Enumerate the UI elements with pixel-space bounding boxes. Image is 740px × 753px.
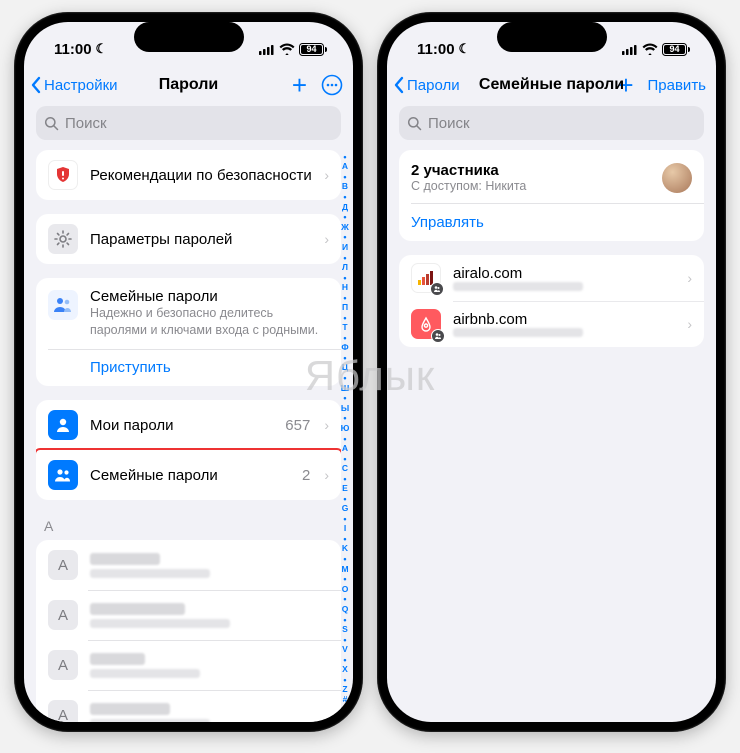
password-entry-1[interactable]: A <box>36 540 341 590</box>
avatar <box>662 163 692 193</box>
family-card-subtitle: Надежно и безопасно делитесь паролями и … <box>90 305 329 339</box>
site-initial-icon: A <box>48 600 78 630</box>
site-initial-icon: A <box>48 700 78 722</box>
family-card-title: Семейные пароли <box>90 288 329 305</box>
chevron-right-icon: › <box>324 167 329 183</box>
password-options-row[interactable]: Параметры паролей › <box>36 214 341 264</box>
password-entry-4[interactable]: A <box>36 690 341 722</box>
chevron-right-icon: › <box>687 270 692 286</box>
my-passwords-label: Мои пароли <box>90 417 273 434</box>
section-header-a: A <box>36 514 341 540</box>
search-field[interactable]: Поиск <box>399 106 704 140</box>
battery-icon: 94 <box>662 43 690 56</box>
search-placeholder: Поиск <box>428 115 470 132</box>
back-button[interactable]: Пароли <box>393 76 460 94</box>
chevron-right-icon: › <box>324 417 329 433</box>
group-icon <box>48 290 78 320</box>
section-index[interactable]: •А•В•Д•Ж•И•Л•Н•П•Т•Ф•Ц•Ш•Ы•Ю•A•C•E•G•I•K… <box>339 152 351 702</box>
site-label: airbnb.com <box>453 311 675 328</box>
family-promo-card: Семейные пароли Надежно и безопасно дели… <box>36 278 341 386</box>
password-entry-2[interactable]: A <box>36 590 341 640</box>
groups-card: Мои пароли 657 › Семейные пароли 2 › <box>36 400 341 500</box>
family-card-action[interactable]: Приступить <box>36 349 341 386</box>
more-button[interactable] <box>321 74 343 96</box>
content-right: 2 участника С доступом: Никита Управлять <box>387 150 716 373</box>
dynamic-island <box>134 22 244 52</box>
phone-frame-left: 11:00 ☾ 94 <box>14 12 363 732</box>
participants-card: 2 участника С доступом: Никита Управлять <box>399 150 704 241</box>
passwords-a-card: A A A A A <box>36 540 341 722</box>
wifi-icon <box>642 43 658 55</box>
content-left: Рекомендации по безопасности › Параметры… <box>24 150 353 722</box>
shared-badge-icon <box>430 282 444 296</box>
my-passwords-row[interactable]: Мои пароли 657 › <box>36 400 341 450</box>
options-card: Параметры паролей › <box>36 214 341 264</box>
back-label: Настройки <box>44 77 118 94</box>
security-recommendations-label: Рекомендации по безопасности <box>90 167 312 184</box>
chevron-left-icon <box>30 76 42 94</box>
nav-bar: Настройки Пароли + <box>24 66 353 106</box>
add-button[interactable]: + <box>618 76 633 94</box>
screen-left: 11:00 ☾ 94 <box>24 22 353 722</box>
site-initial-icon: A <box>48 650 78 680</box>
chevron-right-icon: › <box>324 231 329 247</box>
family-passwords-highlight: Семейные пароли 2 › <box>36 448 341 500</box>
shared-badge-icon <box>431 329 445 343</box>
participants-title: 2 участника <box>411 162 526 179</box>
battery-icon: 94 <box>299 43 327 56</box>
chevron-right-icon: › <box>687 316 692 332</box>
security-recommendations-row[interactable]: Рекомендации по безопасности › <box>36 150 341 200</box>
gear-icon <box>48 224 78 254</box>
family-passwords-label: Семейные пароли <box>90 467 290 484</box>
password-options-label: Параметры паролей <box>90 231 312 248</box>
manage-button[interactable]: Управлять <box>399 204 704 241</box>
screen-right: 11:00 ☾ 94 <box>387 22 716 722</box>
my-passwords-count: 657 <box>285 417 310 434</box>
shared-items-card: airalo.com › airbnb.com <box>399 255 704 347</box>
people-icon <box>48 460 78 490</box>
nav-bar: Пароли Семейные пароли + Править <box>387 66 716 106</box>
search-field[interactable]: Поиск <box>36 106 341 140</box>
shared-item-airbnb[interactable]: airbnb.com › <box>399 301 704 347</box>
wifi-icon <box>279 43 295 55</box>
airalo-icon <box>411 263 441 293</box>
site-initial-icon: A <box>48 550 78 580</box>
two-phone-layout: 11:00 ☾ 94 <box>0 0 740 744</box>
cellular-icon <box>259 44 275 55</box>
chevron-left-icon <box>393 76 405 94</box>
family-passwords-count: 2 <box>302 467 310 484</box>
do-not-disturb-icon: ☾ <box>459 41 471 57</box>
site-label: airalo.com <box>453 265 675 282</box>
airbnb-icon <box>411 309 441 339</box>
chevron-right-icon: › <box>324 467 329 483</box>
do-not-disturb-icon: ☾ <box>96 41 108 57</box>
security-icon <box>48 160 78 190</box>
participants-subtitle: С доступом: Никита <box>411 179 526 193</box>
back-button[interactable]: Настройки <box>30 76 118 94</box>
add-button[interactable]: + <box>292 76 307 94</box>
edit-button[interactable]: Править <box>648 77 707 94</box>
shared-item-airalo[interactable]: airalo.com › <box>399 255 704 301</box>
password-entry-3[interactable]: A <box>36 640 341 690</box>
dynamic-island <box>497 22 607 52</box>
security-card: Рекомендации по безопасности › <box>36 150 341 200</box>
back-label: Пароли <box>407 77 460 94</box>
person-icon <box>48 410 78 440</box>
status-time: 11:00 <box>417 41 455 58</box>
cellular-icon <box>622 44 638 55</box>
search-icon <box>44 116 59 131</box>
status-time: 11:00 <box>54 41 92 58</box>
phone-frame-right: 11:00 ☾ 94 <box>377 12 726 732</box>
family-passwords-row[interactable]: Семейные пароли 2 › <box>36 450 341 500</box>
search-icon <box>407 116 422 131</box>
search-placeholder: Поиск <box>65 115 107 132</box>
